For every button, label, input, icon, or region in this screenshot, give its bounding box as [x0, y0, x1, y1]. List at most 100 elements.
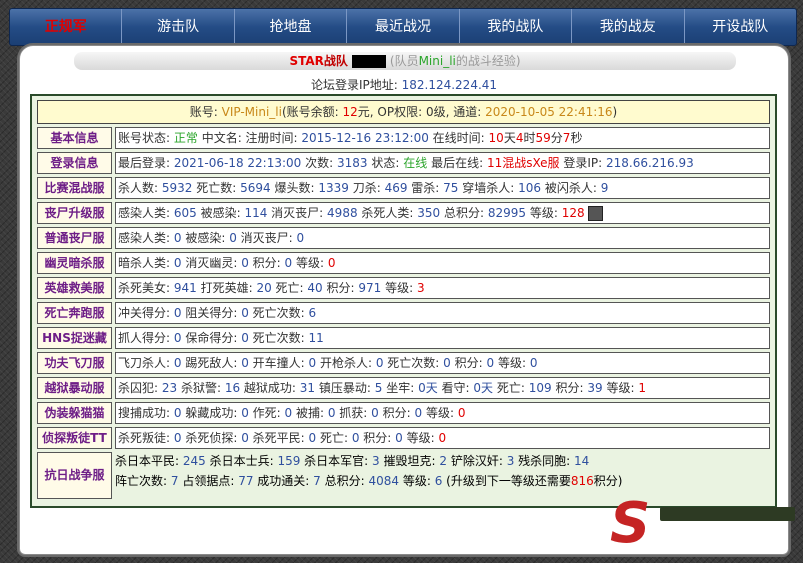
stat-segment: 等级:: [526, 206, 562, 220]
stat-segment: 2015-12-16 23:12:00: [301, 131, 429, 145]
nav-item-guerrilla[interactable]: 游击队: [121, 9, 233, 45]
stat-segment: 245: [182, 454, 206, 468]
table-row: 比赛混战服 杀人数: 5932 死亡数: 5694 爆头数: 1339 刀杀: 4…: [37, 177, 770, 199]
stat-segment: 9: [600, 181, 609, 195]
stat-segment: 正常: [173, 131, 198, 145]
row-label[interactable]: 比赛混战服: [37, 177, 112, 199]
stat-segment: 感染人类:: [118, 231, 174, 245]
stat-segment: 0天: [473, 381, 494, 395]
row-values: 杀人数: 5932 死亡数: 5694 爆头数: 1339 刀杀: 469 雷杀…: [115, 177, 770, 199]
stat-segment: 77: [238, 474, 254, 488]
row-label[interactable]: 幽灵暗杀服: [37, 252, 112, 274]
stat-segment: 1339: [318, 181, 349, 195]
stat-segment: 0: [529, 356, 538, 370]
table-row: 基本信息 账号状态: 正常 中文名: 注册时间: 2015-12-16 23:12…: [37, 127, 770, 149]
stat-segment: 坐牢:: [382, 381, 419, 395]
stat-segment: 状态:: [367, 156, 404, 170]
stat-segment: 0: [371, 406, 379, 420]
row-label[interactable]: 功夫飞刀服: [37, 352, 112, 374]
nav-item-regular[interactable]: 正规军: [10, 9, 121, 45]
stat-segment: 占领据点:: [178, 474, 239, 488]
stat-segment: 成功通关:: [253, 474, 314, 488]
row-values: 搜捕成功: 0 躲藏成功: 0 作死: 0 被捕: 0 抓获: 0 积分: 0 …: [115, 402, 770, 424]
stat-segment: 总积分:: [320, 474, 369, 488]
stat-segment: 秒: [570, 131, 583, 145]
forum-ip-row: 论坛登录IP地址: 182.124.224.41: [20, 76, 788, 93]
stat-segment: 350: [417, 206, 441, 220]
forum-ip-value: 182.124.224.41: [401, 78, 498, 92]
stat-segment: 最后登录:: [118, 156, 174, 170]
war-line-2: 阵亡次数: 7 占领据点: 77 成功通关: 7 总积分: 4084 等级: 6…: [115, 472, 770, 489]
stat-segment: 消灭幽灵:: [181, 256, 242, 270]
stat-segment: 40: [307, 281, 323, 295]
stat-segment: 0: [241, 256, 249, 270]
stat-segment: 10: [488, 131, 504, 145]
stat-segment: 作死:: [248, 406, 285, 420]
stat-segment: 杀死人类:: [357, 206, 418, 220]
stat-segment: 等级:: [292, 256, 328, 270]
nav-item-my-team[interactable]: 我的战队: [458, 9, 571, 45]
row-label[interactable]: 登录信息: [37, 152, 112, 174]
stat-segment: 死亡:: [493, 381, 529, 395]
stat-segment: 开枪杀人:: [316, 356, 376, 370]
stat-segment: 816: [570, 474, 594, 488]
stat-segment: 冲关得分:: [118, 306, 174, 320]
row-values: 冲关得分: 0 阻关得分: 0 死亡次数: 6: [115, 302, 770, 324]
stat-segment: 0: [486, 356, 495, 370]
stat-segment: 铲除汉奸:: [447, 454, 507, 468]
stat-segment: 2021-06-18 22:13:00: [173, 156, 302, 170]
stat-segment: 0: [327, 256, 336, 270]
row-label[interactable]: 英雄救美服: [37, 277, 112, 299]
stat-segment: 114: [244, 206, 268, 220]
stat-segment: 积分:: [551, 381, 588, 395]
row-label[interactable]: 伪装躲猫猫: [37, 402, 112, 424]
nav-item-my-teammates[interactable]: 我的战友: [571, 9, 683, 45]
account-balance-label: (账号余额:: [281, 105, 343, 119]
stat-segment: 消灭丧尸:: [236, 231, 297, 245]
stat-segment: 穿墙杀人:: [458, 181, 519, 195]
nav-item-create-team[interactable]: 开设战队: [683, 9, 796, 45]
row-label[interactable]: 越狱暴动服: [37, 377, 112, 399]
stat-segment: 总积分:: [440, 206, 488, 220]
stat-segment: 雷杀:: [407, 181, 444, 195]
stat-segment: 5932: [161, 181, 193, 195]
stat-segment: 等级:: [602, 381, 639, 395]
stat-segment: 0: [173, 331, 182, 345]
row-values: 杀死美女: 941 打死英雄: 20 死亡: 40 积分: 971 等级: 3: [115, 277, 770, 299]
stat-segment: 感染人类:: [118, 206, 174, 220]
stat-segment: 6: [308, 306, 317, 320]
stat-segment: 杀日本士兵:: [205, 454, 278, 468]
table-row: 伪装躲猫猫 搜捕成功: 0 躲藏成功: 0 作死: 0 被捕: 0 抓获: 0 积…: [37, 402, 770, 424]
watermark-bar: [660, 507, 795, 521]
stat-segment: 残杀同胞:: [514, 454, 575, 468]
heading-paren-after: 的战斗经验): [455, 54, 521, 68]
player-name[interactable]: Mini_li: [419, 54, 456, 68]
row-label[interactable]: 基本信息: [37, 127, 112, 149]
stat-segment: 0: [173, 431, 182, 445]
stat-segment: 0: [457, 406, 466, 420]
row-label[interactable]: 死亡奔跑服: [37, 302, 112, 324]
stat-segment: 中文名: 注册时间:: [197, 131, 302, 145]
stat-segment: 等级:: [399, 474, 435, 488]
stat-segment: 飞刀杀人:: [118, 356, 174, 370]
table-row: 登录信息 最后登录: 2021-06-18 22:13:00 次数: 3183 状…: [37, 152, 770, 174]
row-label[interactable]: 侦探叛徒TT: [37, 427, 112, 449]
stat-segment: 31: [299, 381, 316, 395]
stat-segment: 被捕:: [292, 406, 328, 420]
stat-segment: 看守:: [437, 381, 474, 395]
row-label[interactable]: 普通丧尸服: [37, 227, 112, 249]
row-values: 抓人得分: 0 保命得分: 0 死亡次数: 11: [115, 327, 770, 349]
stat-segment: 0: [241, 306, 249, 320]
stat-segment: 0: [173, 231, 182, 245]
stat-segment: 杀日本平民:: [115, 454, 183, 468]
nav-item-recent-battles[interactable]: 最近战况: [346, 9, 458, 45]
war-server-label[interactable]: 抗日战争服: [37, 452, 112, 499]
stat-segment: 暗杀人类:: [118, 256, 174, 270]
row-label[interactable]: 丧尸升级服: [37, 202, 112, 224]
nav-item-territory[interactable]: 抢地盘: [233, 9, 346, 45]
row-values: 杀死叛徒: 0 杀死侦探: 0 杀死平民: 0 死亡: 0 积分: 0 等级: …: [115, 427, 770, 449]
row-values: 杀囚犯: 23 杀狱警: 16 越狱成功: 31 镇压暴动: 5 坐牢: 0天 …: [115, 377, 770, 399]
row-label[interactable]: HNS捉迷藏: [37, 327, 112, 349]
stat-segment: 抓获:: [335, 406, 372, 420]
stat-segment: 保命得分:: [181, 331, 242, 345]
